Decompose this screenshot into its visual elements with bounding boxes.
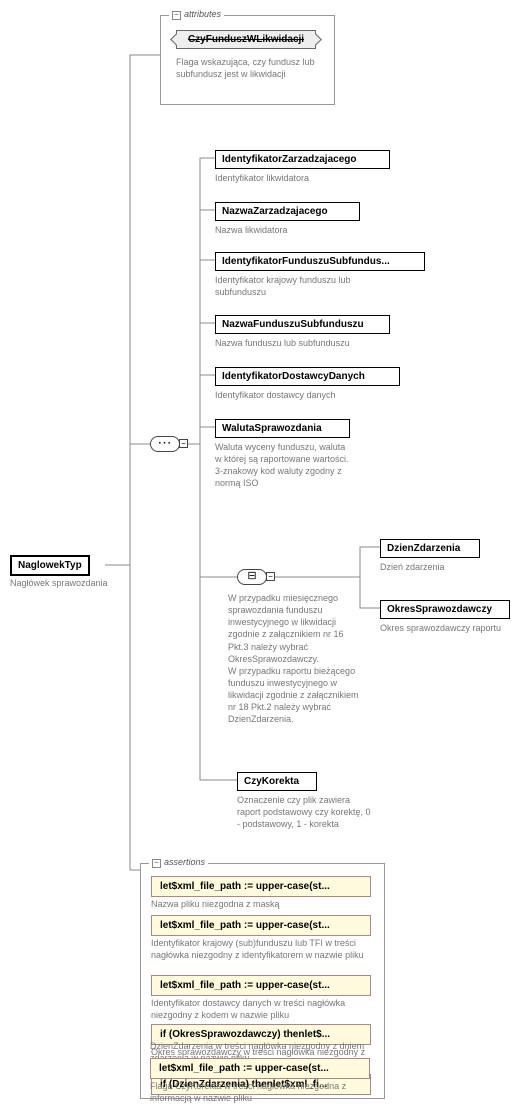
element-label: WalutaSprawozdania <box>222 423 322 434</box>
assertion[interactable]: let$xml_file_path := upper-case(st... <box>151 915 371 936</box>
choice-desc: W przypadku miesięcznego sprawozdania fu… <box>228 592 363 726</box>
element-node[interactable]: IdentyfikatorZarzadzajacego <box>215 150 390 169</box>
element-desc: Identyfikator likwidatora <box>215 172 395 184</box>
element-label: IdentyfikatorDostawcyDanych <box>222 371 365 382</box>
assertions-label: −assertions <box>149 857 208 868</box>
element-desc: Nazwa likwidatora <box>215 224 395 236</box>
root-label: NaglowekTyp <box>18 560 82 571</box>
attributes-label: −attributes <box>169 9 224 20</box>
element-node[interactable]: IdentyfikatorFunduszuSubfundus... <box>215 252 425 271</box>
element-node[interactable]: NazwaFunduszuSubfunduszu <box>215 315 390 334</box>
root-element[interactable]: NaglowekTyp − <box>10 555 90 576</box>
element-label: CzyKorekta <box>244 776 299 787</box>
choice-desc-item: Okres sprawozdawczy raportu <box>380 622 510 634</box>
assertion-desc: Identyfikator krajowy (sub)funduszu lub … <box>151 937 371 961</box>
element-label: NazwaZarzadzajacego <box>222 206 328 217</box>
assertion-desc: Identyfikator dostawcy danych w treści n… <box>151 997 371 1021</box>
element-node[interactable]: NazwaZarzadzajacego <box>215 202 360 221</box>
choice-label: DzienZdarzenia <box>387 543 460 554</box>
root-desc: Nagłówek sprawozdania <box>10 577 120 589</box>
sequence-compositor[interactable]: − <box>150 436 180 452</box>
element-node[interactable]: CzyKorekta <box>237 772 317 791</box>
expand-icon[interactable]: − <box>179 439 188 448</box>
element-node[interactable]: IdentyfikatorDostawcyDanych <box>215 367 400 386</box>
choice-desc-item: Dzień zdarzenia <box>380 561 500 573</box>
choice-element[interactable]: OkresSprawozdawczy + <box>380 600 510 619</box>
choice-label: OkresSprawozdawczy <box>387 604 492 615</box>
attribute-name: CzyFunduszWLikwidacji <box>188 34 304 45</box>
assertion-desc: Flaga CzyKorekta w treści nagłówka niezg… <box>150 1080 370 1104</box>
element-node[interactable]: WalutaSprawozdania <box>215 419 350 438</box>
element-label: NazwaFunduszuSubfunduszu <box>222 319 364 330</box>
minus-icon[interactable]: − <box>172 11 181 20</box>
element-label: IdentyfikatorZarzadzajacego <box>222 154 356 165</box>
choice-element[interactable]: DzienZdarzenia <box>380 539 480 558</box>
element-desc: Nazwa funduszu lub subfunduszu <box>215 337 395 349</box>
attributes-section: −attributes CzyFunduszWLikwidacji Flaga … <box>160 15 335 105</box>
assertion[interactable]: let$xml_file_path := upper-case(st... <box>151 975 371 996</box>
choice-compositor[interactable]: − <box>237 569 267 585</box>
assertion[interactable]: let$xml_file_path := upper-case(st... <box>150 1058 370 1079</box>
element-desc: Identyfikator dostawcy danych <box>215 389 395 401</box>
assertion[interactable]: let$xml_file_path := upper-case(st... <box>151 876 371 897</box>
element-desc: Waluta wyceny funduszu, waluta w której … <box>215 441 350 490</box>
element-desc: Oznaczenie czy plik zawiera raport podst… <box>237 794 372 830</box>
attribute-desc: Flaga wskazująca, czy fundusz lub subfun… <box>176 56 326 80</box>
minus-icon[interactable]: − <box>152 859 161 868</box>
element-desc: Identyfikator krajowy funduszu lub subfu… <box>215 274 395 298</box>
assertion-desc: Nazwa pliku niezgodna z maską <box>151 898 371 910</box>
attribute-node[interactable]: CzyFunduszWLikwidacji <box>176 30 316 49</box>
element-label: IdentyfikatorFunduszuSubfundus... <box>222 256 390 267</box>
expand-icon[interactable]: − <box>266 572 275 581</box>
